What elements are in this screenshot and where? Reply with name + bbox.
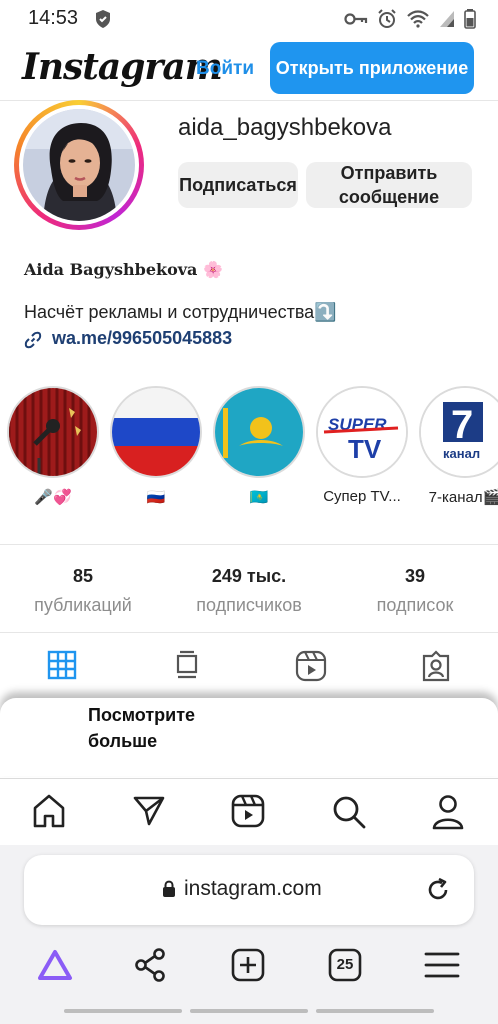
login-link[interactable]: Войти: [196, 58, 254, 80]
address-bar[interactable]: instagram.com: [24, 855, 474, 925]
lock-icon: [163, 880, 175, 897]
gesture-handle: [64, 1009, 182, 1013]
grid-icon[interactable]: [47, 650, 77, 680]
feed-icon[interactable]: [172, 650, 202, 680]
stat-followers-label: подписчиков: [196, 595, 302, 615]
reels-icon[interactable]: [231, 794, 265, 828]
alarm-icon: [378, 9, 396, 28]
share-icon[interactable]: [133, 947, 167, 983]
gesture-handle: [316, 1009, 434, 1013]
alice-assistant-icon[interactable]: [37, 949, 73, 981]
highlight-label: 🇰🇿: [249, 489, 269, 506]
stat-followers[interactable]: 249 тыс. подписчиков: [174, 566, 324, 616]
see-more-sheet[interactable]: Посмотрите больше: [0, 698, 498, 776]
highlight-microphone: [7, 386, 99, 478]
stat-followers-value: 249 тыс.: [211, 566, 287, 586]
status-icons: [344, 9, 476, 29]
channel-7-caption: канал: [443, 446, 480, 461]
avatar: [23, 109, 135, 221]
highlight-russia-flag: [110, 386, 202, 478]
tabs-button[interactable]: 25: [328, 948, 362, 982]
highlight-label: 🇷🇺: [146, 489, 166, 506]
stat-following[interactable]: 39 подписок: [340, 566, 490, 616]
highlight-7-kanal: 7 канал: [419, 386, 498, 478]
send-icon[interactable]: [132, 794, 166, 828]
highlight-item[interactable]: 🎤💞: [7, 386, 99, 506]
stat-posts[interactable]: 85 публикаций: [8, 566, 158, 616]
see-more-text: Посмотрите больше: [88, 705, 196, 751]
channel-7-number: 7: [451, 403, 473, 447]
super-tv-logo-tv: TV: [348, 434, 382, 464]
highlight-item[interactable]: 🇷🇺: [110, 386, 202, 506]
shield-icon: [96, 10, 110, 28]
stat-posts-value: 85: [72, 566, 94, 586]
link-icon: [24, 331, 42, 349]
stat-posts-label: публикаций: [34, 595, 132, 615]
open-app-button[interactable]: Открыть приложение: [270, 42, 474, 94]
search-icon[interactable]: [331, 794, 367, 830]
gesture-handle: [190, 1009, 308, 1013]
signal-icon: [440, 11, 454, 27]
subscribe-button[interactable]: Подписаться: [178, 162, 298, 208]
divider: [0, 544, 498, 545]
instagram-bottom-nav: [0, 778, 498, 846]
divider: [0, 632, 498, 633]
home-icon[interactable]: [31, 794, 67, 828]
highlight-label: 7-канал🎬: [428, 489, 498, 506]
battery-icon: [464, 9, 476, 29]
browser-chrome: instagram.com 25: [0, 845, 498, 1024]
profile-link[interactable]: wa.me/996505045883: [52, 328, 232, 349]
reels-icon[interactable]: [295, 650, 327, 682]
highlight-item[interactable]: 🇰🇿: [213, 386, 305, 506]
story-highlights: 🎤💞 🇷🇺 🇰🇿 SUPER TV Супер TV... 7 канал 7-…: [0, 386, 498, 512]
highlight-label: Супер TV...: [323, 488, 401, 505]
menu-icon[interactable]: [424, 951, 460, 979]
stat-following-value: 39: [404, 566, 426, 586]
highlight-kazakhstan-flag: [213, 386, 305, 478]
stat-following-label: подписок: [376, 595, 454, 615]
reload-icon[interactable]: [425, 877, 451, 903]
wifi-icon: [407, 10, 429, 28]
key-icon: [344, 13, 368, 25]
avatar-story-ring[interactable]: [14, 100, 144, 230]
tabs-count: 25: [336, 956, 354, 973]
highlight-item[interactable]: 7 канал 7-канал🎬: [419, 386, 498, 506]
highlight-label: 🎤💞: [34, 489, 72, 506]
profile-full-name: Aida Bagyshbekova 🌸: [24, 260, 223, 279]
instagram-logo[interactable]: Instagram: [22, 46, 223, 88]
highlight-item[interactable]: SUPER TV Супер TV...: [316, 386, 408, 505]
profile-bio: Насчёт рекламы и сотрудничества⤵️: [24, 302, 337, 322]
highlight-super-tv: SUPER TV: [316, 386, 408, 478]
status-bar: 14:53: [0, 0, 498, 38]
send-message-button[interactable]: Отправить сообщение: [306, 162, 472, 208]
new-tab-icon[interactable]: [231, 948, 265, 982]
profile-username: aida_bagyshbekova: [178, 114, 392, 141]
profile-icon[interactable]: [431, 794, 465, 830]
tagged-icon[interactable]: [420, 650, 452, 682]
instagram-header: Instagram Войти Открыть приложение: [0, 38, 498, 101]
status-time: 14:53: [28, 7, 79, 29]
url-text: instagram.com: [184, 877, 322, 900]
